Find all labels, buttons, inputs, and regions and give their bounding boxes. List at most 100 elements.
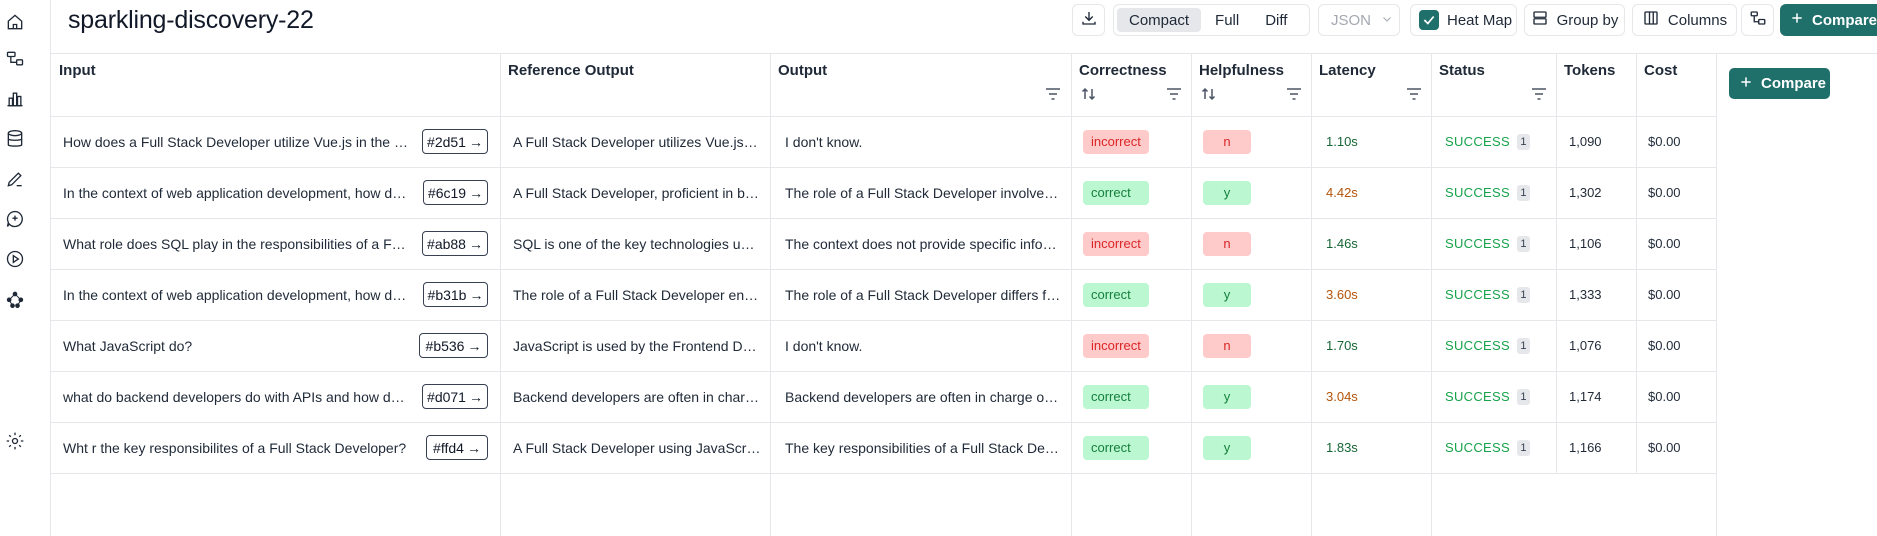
playground-icon[interactable] xyxy=(4,248,26,270)
graph-icon[interactable] xyxy=(4,288,26,310)
annotations-icon[interactable] xyxy=(4,168,26,190)
prompts-icon[interactable] xyxy=(4,208,26,230)
column-header-input[interactable]: Input xyxy=(51,53,500,116)
output-text: I don't know. xyxy=(785,337,863,354)
example-ref-link[interactable]: #b31b → xyxy=(423,282,488,307)
status-cell: SUCCESS 1 xyxy=(1445,269,1555,320)
arrow-right-icon: → xyxy=(468,133,483,150)
arrow-right-icon: → xyxy=(469,184,484,201)
charts-icon[interactable] xyxy=(4,88,26,110)
view-full[interactable]: Full xyxy=(1203,8,1251,32)
compare-column-button[interactable]: Compare xyxy=(1729,68,1830,99)
reference-output-cell: JavaScript is used by the Frontend Devel… xyxy=(513,320,761,371)
status-text: SUCCESS xyxy=(1445,389,1510,404)
status-cell: SUCCESS 1 xyxy=(1445,422,1555,473)
helpfulness-badge: y xyxy=(1203,384,1251,409)
table-row[interactable]: In the context of web application develo… xyxy=(51,167,1716,218)
column-header-output[interactable]: Output xyxy=(770,53,1071,116)
status-cell: SUCCESS 1 xyxy=(1445,167,1555,218)
checkbox-checked-icon[interactable] xyxy=(1419,10,1439,30)
example-ref-link[interactable]: #ffd4 → xyxy=(426,435,488,460)
group-by-button[interactable]: Group by xyxy=(1524,4,1625,36)
download-button[interactable] xyxy=(1072,4,1105,36)
table-row[interactable]: What role does SQL play in the responsib… xyxy=(51,218,1716,269)
datasets-icon[interactable] xyxy=(4,128,26,150)
example-ref-link[interactable]: #6c19 → xyxy=(423,180,488,205)
tracing-icon[interactable] xyxy=(4,48,26,70)
status-text: SUCCESS xyxy=(1445,134,1510,149)
output-text: The context does not provide specific in… xyxy=(785,235,1061,252)
view-diff[interactable]: Diff xyxy=(1253,8,1299,32)
reference-output-text: The role of a Full Stack Developer encom… xyxy=(513,286,761,303)
reference-output-text: A Full Stack Developer using JavaScript … xyxy=(513,439,761,456)
table-row[interactable]: What JavaScript do? #b536 → JavaScript is… xyxy=(51,320,1716,371)
cost-cell: $0.00 xyxy=(1648,440,1681,455)
status-count: 1 xyxy=(1516,235,1530,252)
sort-icon[interactable] xyxy=(1081,86,1097,102)
filter-icon[interactable] xyxy=(1531,87,1547,101)
status-count: 1 xyxy=(1516,286,1530,303)
status-count: 1 xyxy=(1516,133,1530,150)
output-text: I don't know. xyxy=(785,133,863,150)
table-row[interactable]: How does a Full Stack Developer utilize … xyxy=(51,116,1716,167)
input-cell: what do backend developers do with APIs … xyxy=(63,371,411,422)
column-header-helpfulness[interactable]: Helpfulness xyxy=(1191,53,1311,116)
reference-output-text: Backend developers are often in charge o… xyxy=(513,388,761,405)
column-header-reference-output[interactable]: Reference Output xyxy=(500,53,770,116)
arrow-right-icon: → xyxy=(469,286,484,303)
filter-icon[interactable] xyxy=(1286,87,1302,101)
table-row[interactable]: In the context of web application develo… xyxy=(51,269,1716,320)
status-cell: SUCCESS 1 xyxy=(1445,116,1555,167)
column-header-status[interactable]: Status xyxy=(1431,53,1556,116)
tokens-cell: 1,166 xyxy=(1569,440,1602,455)
tokens-cell: 1,302 xyxy=(1569,185,1602,200)
view-compact[interactable]: Compact xyxy=(1117,8,1202,32)
tree-view-button[interactable] xyxy=(1741,4,1774,36)
status-text: SUCCESS xyxy=(1445,236,1510,251)
reference-output-cell: A Full Stack Developer, proficient in bo… xyxy=(513,167,761,218)
helpfulness-badge: y xyxy=(1203,435,1251,460)
output-text: The role of a Full Stack Developer invol… xyxy=(785,184,1061,201)
correctness-cell: correct xyxy=(1083,167,1183,218)
format-select[interactable]: JSON xyxy=(1318,4,1400,36)
input-cell: In the context of web application develo… xyxy=(63,167,411,218)
example-ref-link[interactable]: #2d51 → xyxy=(422,129,488,154)
filter-icon[interactable] xyxy=(1406,87,1422,101)
reference-output-text: A Full Stack Developer, proficient in bo… xyxy=(513,184,761,201)
table-row[interactable]: what do backend developers do with APIs … xyxy=(51,371,1716,422)
column-header-correctness[interactable]: Correctness xyxy=(1071,53,1191,116)
column-header-tokens[interactable]: Tokens xyxy=(1556,53,1636,116)
home-icon[interactable] xyxy=(4,11,26,33)
status-cell: SUCCESS 1 xyxy=(1445,218,1555,269)
latency-cell: 4.42s xyxy=(1326,185,1358,200)
reference-output-cell: A Full Stack Developer utilizes Vue.js i… xyxy=(513,116,761,167)
columns-button[interactable]: Columns xyxy=(1632,4,1737,36)
input-text: In the context of web application develo… xyxy=(63,184,411,201)
tokens-cell: 1,090 xyxy=(1569,134,1602,149)
helpfulness-cell: n xyxy=(1203,116,1303,167)
latency-cell: 1.83s xyxy=(1326,440,1358,455)
column-header-cost[interactable]: Cost xyxy=(1636,53,1716,116)
reference-output-cell: A Full Stack Developer using JavaScript … xyxy=(513,422,761,473)
example-ref-link[interactable]: #ab88 → xyxy=(422,231,488,256)
input-text: Wht r the key responsibilites of a Full … xyxy=(63,439,407,456)
filter-icon[interactable] xyxy=(1045,87,1061,101)
latency-cell: 1.70s xyxy=(1326,338,1358,353)
column-header-latency[interactable]: Latency xyxy=(1311,53,1431,116)
arrow-right-icon: → xyxy=(466,439,481,456)
cost-cell: $0.00 xyxy=(1648,338,1681,353)
heat-map-toggle[interactable]: Heat Map xyxy=(1410,4,1517,36)
table-row[interactable]: Wht r the key responsibilites of a Full … xyxy=(51,422,1716,473)
output-text: Backend developers are often in charge o… xyxy=(785,388,1061,405)
example-ref-link[interactable]: #d071 → xyxy=(422,384,488,409)
sort-icon[interactable] xyxy=(1201,86,1217,102)
compare-button[interactable]: Compare xyxy=(1780,4,1877,36)
status-cell: SUCCESS 1 xyxy=(1445,371,1555,422)
example-ref-link[interactable]: #b536 → xyxy=(419,333,488,358)
filter-icon[interactable] xyxy=(1166,87,1182,101)
helpfulness-cell: n xyxy=(1203,320,1303,371)
group-by-icon xyxy=(1531,9,1549,31)
settings-icon[interactable] xyxy=(4,430,26,452)
column-header-label: Helpfulness xyxy=(1199,62,1285,79)
correctness-badge: correct xyxy=(1083,384,1149,409)
